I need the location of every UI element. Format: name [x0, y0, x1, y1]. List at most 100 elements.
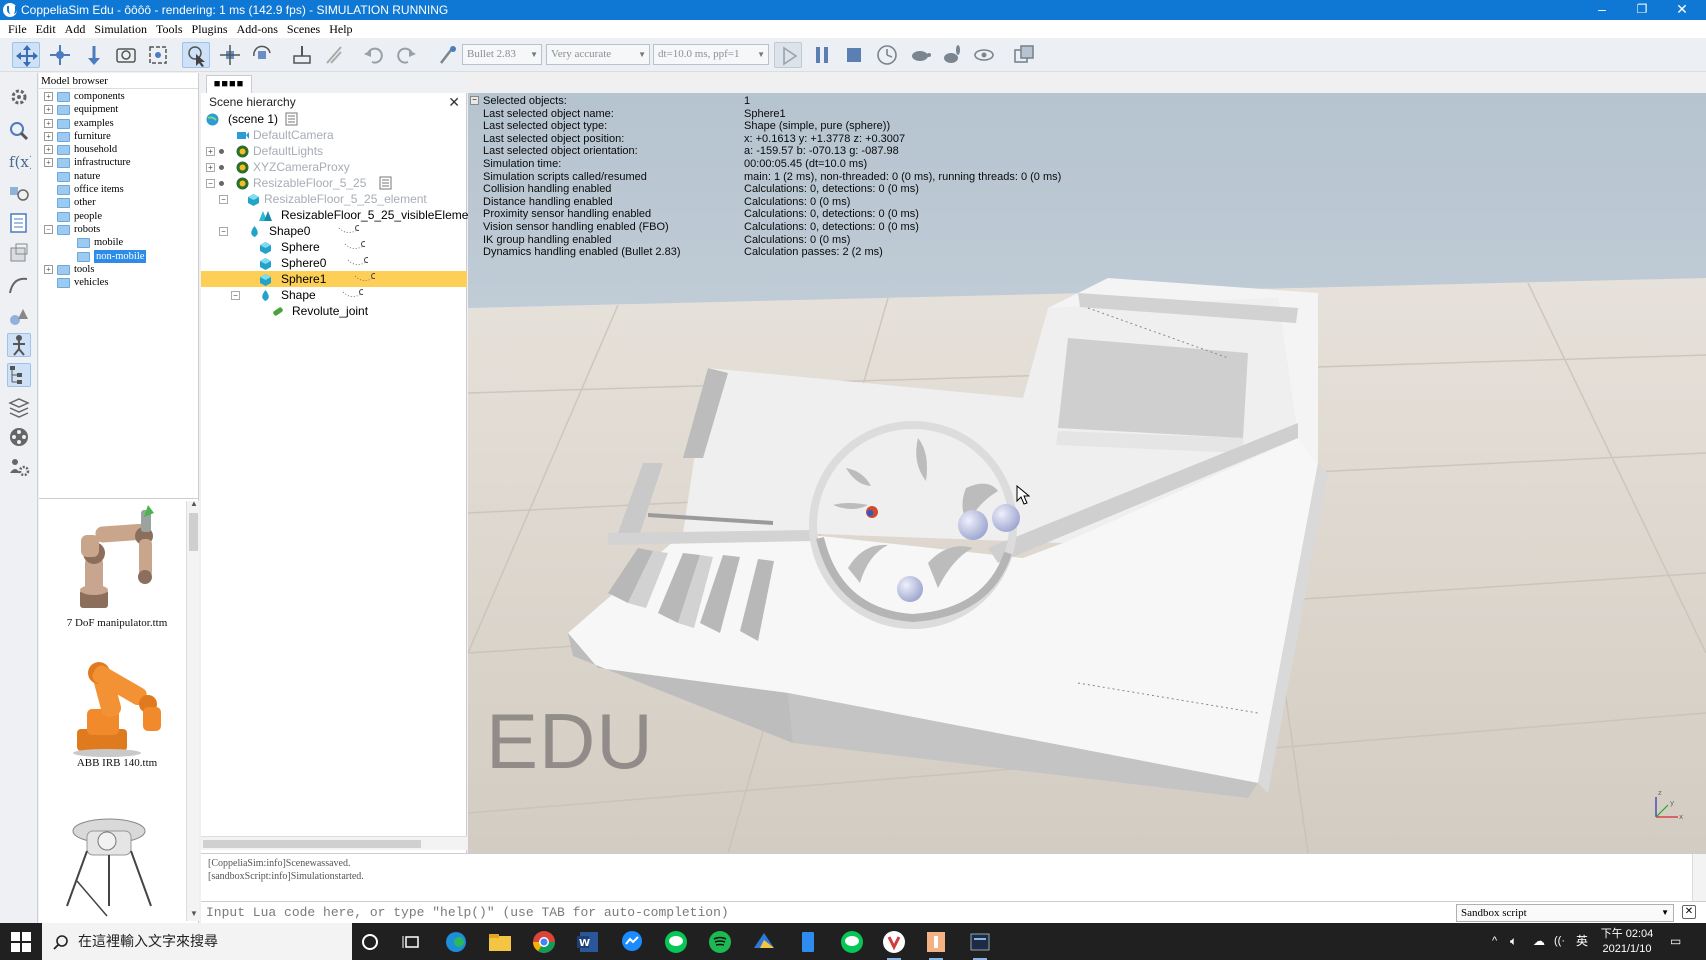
menu-add[interactable]: Add: [60, 20, 90, 38]
messenger-app[interactable]: [618, 928, 646, 956]
edge-app[interactable]: [442, 928, 470, 956]
collapse-toggle[interactable]: −: [231, 291, 240, 300]
model-folder-other[interactable]: other: [39, 196, 198, 209]
menu-help[interactable]: Help: [324, 20, 356, 38]
expand-toggle[interactable]: +: [44, 118, 53, 128]
line-app-2[interactable]: [838, 928, 866, 956]
model-folder-equipment[interactable]: + equipment: [39, 103, 198, 116]
tree-item-shape[interactable]: − Shape: [201, 287, 467, 303]
windows-start-icon[interactable]: [11, 932, 31, 952]
close-button[interactable]: ✕: [1662, 0, 1702, 20]
model-folder-nature[interactable]: nature: [39, 170, 198, 183]
model-folder-people[interactable]: people: [39, 210, 198, 223]
tree-item-resizablefloor[interactable]: − ResizableFloor_5_25: [201, 175, 467, 191]
tree-item-sphere0[interactable]: Sphere0: [201, 255, 467, 271]
spotify-app[interactable]: [706, 928, 734, 956]
scrollbar-thumb[interactable]: [203, 840, 421, 848]
coppeliasim-taskbar-app[interactable]: [880, 928, 908, 960]
maximize-button[interactable]: ❐: [1622, 0, 1662, 20]
page-selector-button[interactable]: [1010, 42, 1038, 68]
expand-toggle[interactable]: +: [206, 147, 215, 156]
console-scrollbar[interactable]: [1692, 854, 1706, 902]
notification-icon[interactable]: ▭: [1670, 923, 1681, 960]
expand-toggle[interactable]: +: [44, 264, 53, 274]
line-app[interactable]: [662, 928, 690, 956]
hierarchy-hscrollbar[interactable]: [201, 836, 467, 850]
calculation-modules-button[interactable]: f(x): [7, 149, 35, 173]
path-edit-button[interactable]: [7, 273, 31, 297]
file-explorer-app[interactable]: [486, 928, 514, 956]
camera-shift-button[interactable]: [80, 42, 108, 68]
task-view-button[interactable]: [398, 928, 426, 956]
menu-simulation[interactable]: Simulation: [89, 20, 151, 38]
tree-item-revolute-joint[interactable]: Revolute_joint: [201, 303, 467, 319]
tree-item-scene[interactable]: (scene 1): [201, 111, 467, 127]
tree-item-sphere1[interactable]: Sphere1: [201, 271, 467, 287]
tree-item-shape0[interactable]: − Shape0: [201, 223, 467, 239]
menu-tools[interactable]: Tools: [151, 20, 187, 38]
thumbnail-7dof[interactable]: 7 DoF manipulator.ttm: [47, 505, 187, 630]
model-folder-furniture[interactable]: + furniture: [39, 130, 198, 143]
wifi-icon[interactable]: ((·: [1554, 923, 1565, 960]
fit-to-view-button[interactable]: [144, 42, 172, 68]
cloud-icon[interactable]: ☁: [1533, 923, 1545, 960]
terminal-app[interactable]: [966, 928, 994, 960]
tree-item-xyzcameraproxy[interactable]: + XYZCameraProxy: [201, 159, 467, 175]
collapse-toggle[interactable]: −: [219, 227, 228, 236]
real-time-button[interactable]: [873, 42, 901, 68]
visualization-toggle-button[interactable]: [970, 42, 998, 68]
presentation-app[interactable]: [922, 928, 950, 960]
maps-app[interactable]: [750, 928, 778, 956]
menu-scenes[interactable]: Scenes: [282, 20, 324, 38]
minimize-button[interactable]: –: [1582, 0, 1622, 20]
expand-toggle[interactable]: +: [44, 92, 53, 101]
object-rotate-button[interactable]: [248, 42, 276, 68]
physics-engine-select[interactable]: Bullet 2.83 ▼: [462, 44, 542, 65]
thumbnail-delta-robot[interactable]: [47, 811, 187, 921]
word-app[interactable]: W: [574, 928, 602, 956]
model-folder-household[interactable]: + household: [39, 143, 198, 156]
collapse-toggle[interactable]: −: [206, 179, 215, 188]
dynamics-accuracy-select[interactable]: Very accurate ▼: [546, 44, 650, 65]
script-context-select[interactable]: Sandbox script ▼: [1456, 904, 1674, 922]
undo-button[interactable]: [360, 42, 388, 68]
scene-tab[interactable]: ■■■■: [206, 75, 252, 93]
expand-toggle[interactable]: +: [44, 158, 53, 168]
slow-down-button[interactable]: [906, 42, 934, 68]
pause-simulation-button[interactable]: [808, 42, 836, 68]
object-shift-button[interactable]: [216, 42, 244, 68]
user-settings-button[interactable]: [7, 455, 31, 479]
shape-edit-button[interactable]: [7, 241, 31, 265]
assemble-button[interactable]: [288, 42, 316, 68]
layers-button[interactable]: [7, 395, 31, 419]
ime-indicator[interactable]: 英: [1576, 923, 1588, 960]
close-hierarchy-button[interactable]: ✕: [448, 93, 460, 111]
zoom-button[interactable]: [7, 119, 31, 143]
model-folder-mobile[interactable]: mobile: [39, 236, 198, 249]
scene-hierarchy-button[interactable]: [7, 363, 31, 387]
model-folder-non-mobile[interactable]: non-mobile: [39, 249, 198, 263]
collections-button[interactable]: [7, 181, 31, 205]
tray-overflow-icon[interactable]: ^: [1492, 923, 1497, 960]
camera-rotate-button[interactable]: [46, 42, 74, 68]
model-folder-office-items[interactable]: office items: [39, 183, 198, 196]
thumbnails-scrollbar[interactable]: ▲ ▼: [186, 499, 199, 921]
script-doc-icon[interactable]: [283, 112, 305, 126]
timestep-select[interactable]: dt=10.0 ms, ppf=1 ▼: [653, 44, 769, 65]
menu-addons[interactable]: Add-ons: [232, 20, 282, 38]
chrome-app[interactable]: [530, 928, 558, 956]
expand-toggle[interactable]: +: [206, 163, 215, 172]
expand-toggle[interactable]: +: [44, 131, 53, 141]
dynamics-content-button[interactable]: [434, 42, 462, 68]
selection-button[interactable]: [7, 305, 31, 329]
taskbar-search-box[interactable]: 在這裡輸入文字來搜尋: [42, 923, 352, 960]
camera-angle-button[interactable]: [112, 42, 140, 68]
stop-simulation-button[interactable]: [840, 42, 868, 68]
model-folder-tools[interactable]: + tools: [39, 263, 198, 276]
model-folder-components[interactable]: + components: [39, 90, 198, 103]
notes-app[interactable]: [794, 928, 822, 956]
collapse-toggle[interactable]: −: [219, 195, 228, 204]
model-browser-button[interactable]: [7, 333, 31, 357]
scrollbar-thumb[interactable]: [189, 513, 198, 551]
expand-toggle[interactable]: +: [44, 105, 53, 115]
